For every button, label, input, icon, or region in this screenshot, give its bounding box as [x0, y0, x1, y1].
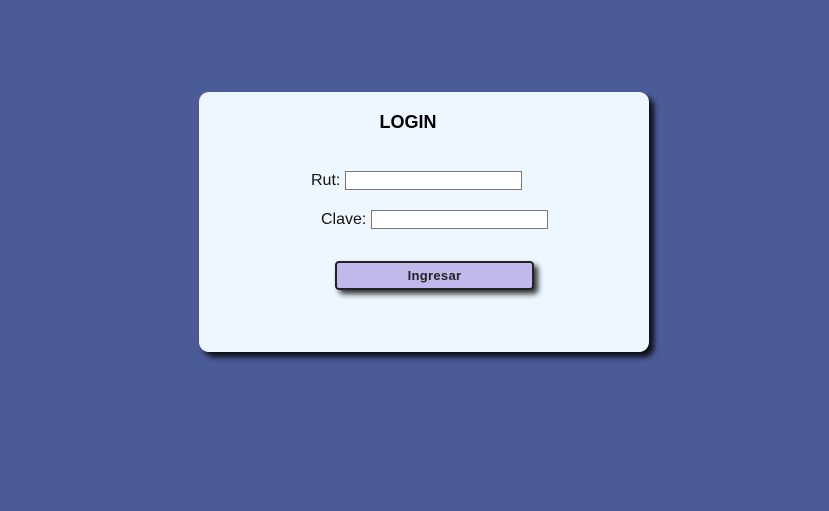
ingresar-button[interactable]: Ingresar	[335, 261, 534, 290]
rut-input[interactable]	[345, 171, 522, 190]
login-card: LOGIN Rut: Clave: Ingresar	[199, 92, 649, 352]
clave-input[interactable]	[371, 210, 548, 229]
clave-label: Clave:	[321, 211, 367, 228]
rut-label: Rut:	[311, 172, 341, 189]
login-title: LOGIN	[379, 112, 437, 132]
